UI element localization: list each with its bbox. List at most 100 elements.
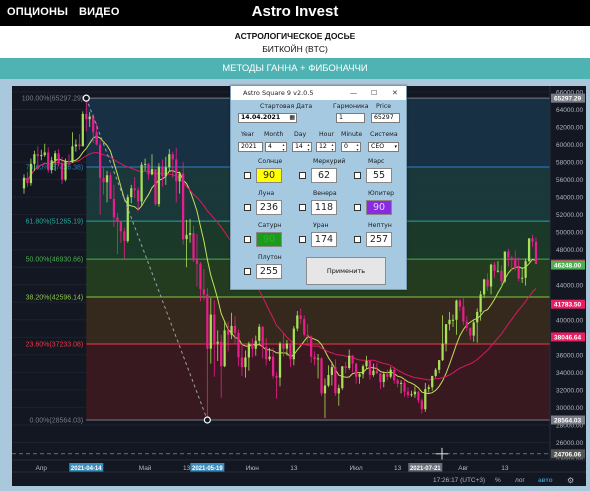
time-tick-label: Апр (36, 465, 48, 472)
price-tick-label: 44000.00 (556, 282, 583, 289)
planet-4-label: Венера (313, 190, 337, 197)
candle-body (299, 315, 302, 319)
calendar-icon[interactable]: ▦ (289, 114, 295, 122)
candle-body (54, 153, 57, 161)
candle-body (303, 318, 306, 335)
planet-1-checkbox[interactable] (299, 172, 306, 179)
hour-label: Hour (319, 131, 334, 138)
hour-stepper[interactable]: 12 (316, 142, 336, 152)
candle-body (126, 197, 129, 241)
maximize-icon[interactable]: ☐ (371, 86, 377, 100)
system-select-value: CEO (371, 143, 385, 150)
candle-body (313, 356, 316, 360)
system-select[interactable]: CEO ▾ (368, 142, 399, 152)
candle-body (514, 258, 517, 269)
candle-body (182, 173, 185, 240)
candle-body (500, 270, 503, 282)
candle-body (195, 260, 199, 264)
month-label: Month (264, 131, 284, 138)
planet-4-checkbox[interactable] (299, 204, 306, 211)
candle-body (251, 343, 254, 349)
candle-body (261, 326, 264, 347)
candle-body (496, 270, 500, 272)
candle-body (396, 380, 399, 384)
price-tick-label: 52000.00 (556, 212, 583, 219)
planet-8-checkbox[interactable] (354, 236, 361, 243)
dossier-header: АСТРОЛОГИЧЕСКОЕ ДОСЬЕ БИТКОЙН (BTC) (0, 26, 590, 58)
log-toggle[interactable]: лог (515, 477, 525, 484)
fib-anchor-handle[interactable] (82, 94, 90, 102)
start-date-picker[interactable]: 14.04.2021 ▦ (238, 113, 297, 123)
chevron-down-icon[interactable]: ▾ (394, 143, 397, 151)
month-stepper[interactable]: 4 (265, 142, 287, 152)
candle-body (161, 166, 164, 177)
price-tick-label: 36000.00 (556, 352, 583, 359)
candle-body (168, 154, 171, 168)
candle-body (358, 374, 361, 377)
planet-0-checkbox[interactable] (244, 172, 251, 179)
gear-icon[interactable]: ⚙ (567, 476, 574, 485)
year-input[interactable]: 2021 (238, 142, 263, 152)
percent-toggle[interactable]: % (495, 477, 501, 484)
fib-level-label: 38.20%(42596.14) (26, 295, 84, 302)
candle-body (50, 160, 53, 170)
fib-anchor-handle[interactable] (203, 416, 211, 424)
minute-stepper[interactable]: 0 (341, 142, 361, 152)
fib-level-label: 100.00%(65297.29) (22, 96, 84, 103)
planet-0-label: Солнце (258, 158, 283, 165)
planet-3-value: 236 (256, 200, 282, 215)
price-tag-label: 46248.00 (554, 263, 581, 270)
day-stepper[interactable]: 14 (292, 142, 312, 152)
candle-body (427, 387, 430, 390)
planet-9-label: Плутон (258, 254, 282, 261)
candle-body (348, 355, 351, 368)
auto-toggle[interactable]: авто (538, 477, 553, 484)
price-tick-label: 54000.00 (556, 195, 583, 202)
candle-body (33, 154, 36, 164)
close-icon[interactable]: ✕ (392, 86, 398, 100)
planet-3-checkbox[interactable] (244, 204, 251, 211)
candle-body (476, 311, 479, 323)
candle-body (465, 321, 468, 328)
candle-body (67, 161, 71, 163)
price-tick-label: 34000.00 (556, 370, 583, 377)
price-tag-label: 28564.03 (554, 418, 581, 425)
candle-body (275, 375, 278, 378)
methods-bar: МЕТОДЫ ГАННА + ФИБОНАЧЧИ (0, 58, 590, 79)
astro-square-dialog: Astro Square 9 v2.0.5 — ☐ ✕ Стартовая Да… (230, 85, 407, 290)
apply-button[interactable]: Применить (306, 257, 386, 285)
candle-body (330, 367, 334, 376)
candle-body (78, 144, 81, 147)
candle-body (361, 366, 365, 375)
price-tick-label: 58000.00 (556, 160, 583, 167)
candle-body (220, 341, 223, 367)
price-tick-label: 26000.00 (556, 440, 583, 447)
planet-6-checkbox[interactable] (244, 236, 251, 243)
planet-5-label: Юпитер (368, 190, 395, 197)
minimize-icon[interactable]: — (350, 86, 357, 100)
nav-options-link[interactable]: ОПЦИОНЫ (7, 6, 68, 18)
price-input[interactable]: 65297 (371, 113, 400, 123)
candle-body (438, 360, 441, 370)
candle-body (451, 319, 455, 321)
candle-body (507, 251, 510, 258)
planet-5-checkbox[interactable] (354, 204, 361, 211)
nav-video-link[interactable]: ВИДЕО (79, 6, 120, 18)
status-time: 17:26:17 (UTC+3) (433, 477, 485, 484)
candle-body (71, 146, 74, 163)
planet-0-value: 90 (256, 168, 282, 183)
candle-body (206, 294, 209, 349)
candle-body (351, 355, 354, 364)
planet-9-checkbox[interactable] (244, 268, 251, 275)
candle-body (289, 343, 292, 360)
planet-7-checkbox[interactable] (299, 236, 306, 243)
candle-body (285, 343, 289, 349)
planet-2-checkbox[interactable] (354, 172, 361, 179)
candle-body (258, 326, 261, 341)
candle-body (271, 356, 275, 376)
harmonic-input[interactable]: 1 (336, 113, 365, 123)
candle-body (306, 334, 309, 337)
planet-1-value: 62 (311, 168, 337, 183)
dossier-asset: БИТКОЙН (BTC) (262, 44, 328, 54)
candle-body (223, 330, 226, 367)
